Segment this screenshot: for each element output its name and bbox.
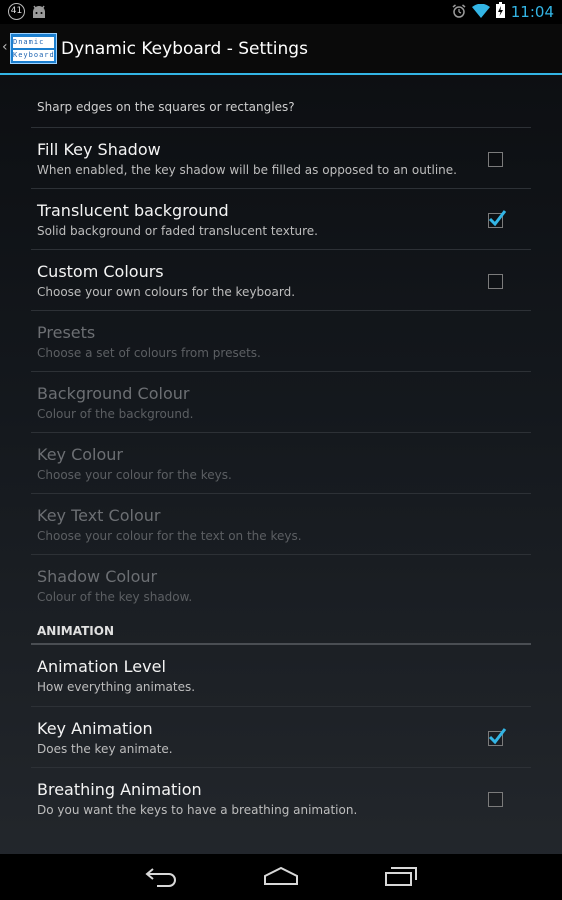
wifi-icon	[471, 3, 490, 22]
pref-fill-key-shadow[interactable]: Fill Key Shadow When enabled, the key sh…	[31, 128, 531, 188]
battery-charging-icon	[495, 2, 505, 22]
logo-line-1: Dnamic	[13, 37, 54, 48]
pref-title: Key Text Colour	[37, 506, 161, 525]
pref-summary: How everything animates.	[37, 680, 196, 694]
page-title: Dynamic Keyboard - Settings	[61, 39, 308, 59]
android-icon	[31, 4, 47, 23]
pref-summary: Colour of the key shadow.	[37, 590, 193, 604]
key-animation-checkbox[interactable]	[488, 728, 507, 746]
pref-background-colour: Background Colour Colour of the backgrou…	[31, 372, 531, 432]
pref-breathing-animation[interactable]: Breathing Animation Do you want the keys…	[31, 768, 531, 828]
pref-translucent-background[interactable]: Translucent background Solid background …	[31, 189, 531, 249]
pref-key-animation[interactable]: Key Animation Does the key animate.	[31, 707, 531, 767]
custom-colours-checkbox[interactable]	[488, 274, 503, 289]
pref-summary: Choose your colour for the keys.	[37, 468, 232, 482]
pref-presets: Presets Choose a set of colours from pre…	[31, 311, 531, 371]
pref-key-colour: Key Colour Choose your colour for the ke…	[31, 433, 531, 493]
preference-list[interactable]: Sharp edges on the squares or rectangles…	[31, 75, 531, 854]
cut-off-summary: Sharp edges on the squares or rectangles…	[37, 100, 295, 114]
pref-title: Custom Colours	[37, 262, 164, 281]
breathing-animation-checkbox[interactable]	[488, 792, 503, 807]
pref-summary: Colour of the background.	[37, 407, 194, 421]
home-icon[interactable]	[262, 864, 300, 892]
pref-summary: Choose your own colours for the keyboard…	[37, 285, 296, 299]
logo-line-2: Keyboard	[13, 50, 54, 61]
checkmark-icon	[488, 210, 507, 227]
pref-summary: Choose a set of colours from presets.	[37, 346, 261, 360]
pref-title: Presets	[37, 323, 96, 342]
pref-key-text-colour: Key Text Colour Choose your colour for t…	[31, 494, 531, 554]
pref-title: Key Colour	[37, 445, 124, 464]
fill-key-shadow-checkbox[interactable]	[488, 152, 503, 167]
action-bar: ‹ Dnamic Keyboard Dynamic Keyboard - Set…	[0, 24, 562, 74]
pref-summary: Does the key animate.	[37, 742, 173, 756]
pref-title: Background Colour	[37, 384, 190, 403]
pref-summary: When enabled, the key shadow will be fil…	[37, 163, 457, 177]
status-bar: 41 11:04	[0, 0, 562, 24]
pref-animation-level[interactable]: Animation Level How everything animates.	[31, 645, 531, 705]
translucent-background-checkbox[interactable]	[488, 210, 507, 228]
checkmark-icon	[488, 728, 507, 745]
pref-title: Translucent background	[37, 201, 229, 220]
pref-shadow-colour: Shadow Colour Colour of the key shadow.	[31, 555, 531, 615]
alarm-icon	[452, 3, 466, 22]
pref-title: Shadow Colour	[37, 567, 158, 586]
up-caret-icon[interactable]: ‹	[2, 39, 8, 55]
pref-title: Fill Key Shadow	[37, 140, 161, 159]
navigation-bar	[0, 854, 562, 900]
notification-count-badge: 41	[8, 3, 25, 20]
pref-title: Key Animation	[37, 719, 153, 738]
recents-icon[interactable]	[383, 864, 419, 892]
pref-summary: Do you want the keys to have a breathing…	[37, 803, 358, 817]
pref-summary: Solid background or faded translucent te…	[37, 224, 318, 238]
app-logo[interactable]: Dnamic Keyboard	[10, 33, 57, 64]
pref-title: Breathing Animation	[37, 780, 202, 799]
back-icon[interactable]	[143, 864, 179, 892]
pref-summary: Choose your colour for the text on the k…	[37, 529, 302, 543]
section-header-animation: ANIMATION	[37, 624, 114, 638]
pref-custom-colours[interactable]: Custom Colours Choose your own colours f…	[31, 250, 531, 310]
clock: 11:04	[510, 3, 554, 21]
pref-title: Animation Level	[37, 657, 166, 676]
